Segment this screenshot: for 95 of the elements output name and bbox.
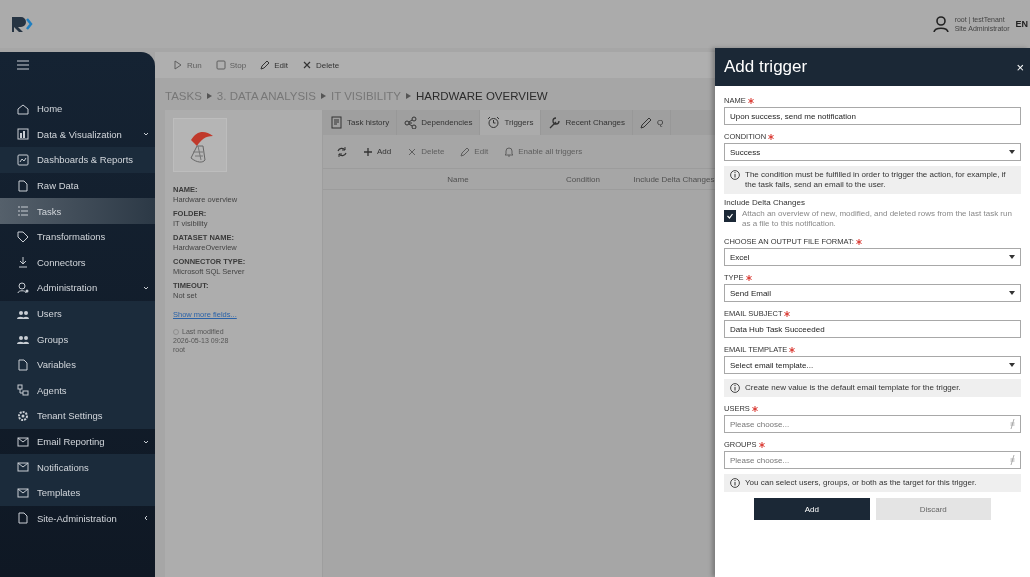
checkbox[interactable] (724, 210, 736, 222)
clock-icon (173, 328, 179, 335)
info-icon (730, 170, 740, 180)
list-icon (17, 205, 29, 218)
select-field[interactable]: Excel (724, 248, 1021, 266)
info-text: The condition must be fulfilled in order to trigger the action, for example, if the task fails, send an email to the user. (745, 170, 1007, 190)
nodes-icon (404, 116, 418, 129)
close-icon (407, 146, 418, 157)
select-field[interactable]: Success (724, 143, 1021, 161)
sidebar-item[interactable]: Tasks (0, 198, 155, 224)
sidebar-item[interactable]: Site-Administration (0, 505, 155, 532)
toolbar-button[interactable]: Delete (301, 60, 340, 70)
clipboard-list-icon (330, 116, 343, 129)
info-text: Create new value is the default email template for the trigger. (745, 383, 961, 393)
wrench-icon (548, 116, 562, 129)
column-header: Condition (565, 174, 601, 184)
envelope-icon (17, 435, 29, 448)
document-icon (17, 358, 29, 371)
caret-down-icon (1009, 150, 1015, 154)
chart-icon (17, 128, 29, 141)
triangle-right-icon (320, 93, 326, 99)
breadcrumb-current: HARDWARE OVERVIEW (416, 90, 548, 102)
info-icon (730, 478, 740, 488)
text-field[interactable]: Upon success, send me notification (724, 107, 1021, 125)
select-field[interactable]: Select email template... (724, 356, 1021, 374)
triangle-right-icon (406, 93, 412, 99)
sidebar-item[interactable]: Notifications (0, 454, 155, 480)
person-gear-icon (17, 281, 29, 294)
triangle-right-icon (206, 93, 212, 99)
toolbar-button[interactable]: Edit (260, 60, 288, 70)
sidebar-item[interactable]: Tenant Settings (0, 403, 155, 429)
menu-icon[interactable] (17, 60, 29, 70)
square-icon (215, 60, 226, 70)
language-selector[interactable]: EN (1015, 19, 1028, 29)
sidebar-item[interactable]: Dashboards & Reports (0, 147, 155, 173)
tab[interactable]: Task history (323, 110, 398, 135)
caret-down-icon (1009, 255, 1015, 259)
house-icon (17, 102, 29, 115)
check-icon (725, 211, 735, 221)
chevron-down-icon (143, 131, 149, 138)
dashboard-icon (17, 154, 29, 166)
bell-icon (504, 146, 515, 157)
sidebar-item[interactable]: Templates (0, 479, 155, 506)
drawer-title: Add trigger (724, 57, 809, 77)
text-field[interactable]: Data Hub Task Succeeded (724, 320, 1021, 338)
discard-button[interactable]: Discard (875, 498, 991, 520)
picker-field[interactable]: Please choose... (724, 415, 1021, 433)
sidebar-item[interactable]: Connectors (0, 249, 155, 276)
settings-icon (17, 409, 29, 422)
checkbox-label: Include Delta Changes (724, 198, 806, 207)
info-icon (730, 383, 740, 393)
column-header: Name (446, 174, 470, 184)
chevron-down-icon (143, 284, 149, 291)
sidebar-item[interactable]: Raw Data (0, 172, 155, 199)
caret-down-icon (1009, 363, 1015, 367)
add-button[interactable]: Add (754, 498, 870, 520)
sidebar-item[interactable]: Home (0, 96, 155, 122)
refresh-icon[interactable] (337, 146, 347, 157)
envelope-icon (17, 486, 29, 499)
document-icon (17, 512, 29, 525)
checkbox-description: Attach an overview of new, modified, and deleted rows from the last task run as a file to this notification. (742, 209, 1013, 229)
chevron-down-icon (143, 438, 149, 445)
people-icon (17, 333, 29, 346)
picker-field[interactable]: Please choose... (724, 451, 1021, 469)
chevron-left-icon (143, 515, 149, 522)
select-field[interactable]: Send Email (724, 284, 1021, 302)
tab[interactable]: Q (633, 110, 672, 135)
info-text: You can select users, groups, or both as the target for this trigger. (745, 478, 977, 488)
sidebar-item[interactable]: Data & Visualization (0, 121, 155, 148)
envelope-icon (17, 461, 29, 474)
sidebar-item[interactable]: Agents (0, 377, 155, 404)
sidebar-item[interactable]: Groups (0, 326, 155, 352)
close-icon (301, 60, 312, 70)
play-icon (173, 60, 183, 70)
document-icon (17, 179, 29, 192)
caret-down-icon (1009, 291, 1015, 295)
sidebar-item[interactable]: Variables (0, 351, 155, 378)
alarm-clock-icon (487, 116, 501, 129)
close-button[interactable]: × (1016, 59, 1024, 75)
network-icon (17, 384, 29, 397)
sidebar-item[interactable]: Users (0, 300, 155, 327)
tab[interactable]: Recent Changes (541, 110, 634, 135)
toolbar-button[interactable]: Add (363, 146, 392, 157)
download-icon (17, 256, 29, 269)
pencil-icon (640, 116, 654, 129)
tag-icon (17, 230, 29, 243)
tab[interactable]: Triggers (480, 110, 542, 135)
sidebar-item[interactable]: Administration (0, 275, 155, 301)
sidebar-item[interactable]: Transformations (0, 223, 155, 250)
plus-icon (363, 146, 373, 157)
user-icon[interactable] (932, 16, 949, 32)
pencil-icon (260, 60, 271, 70)
sidebar-item[interactable]: Email Reporting (0, 428, 155, 455)
pencil-icon (460, 146, 471, 157)
column-header: Include Delta Changes (633, 174, 715, 184)
